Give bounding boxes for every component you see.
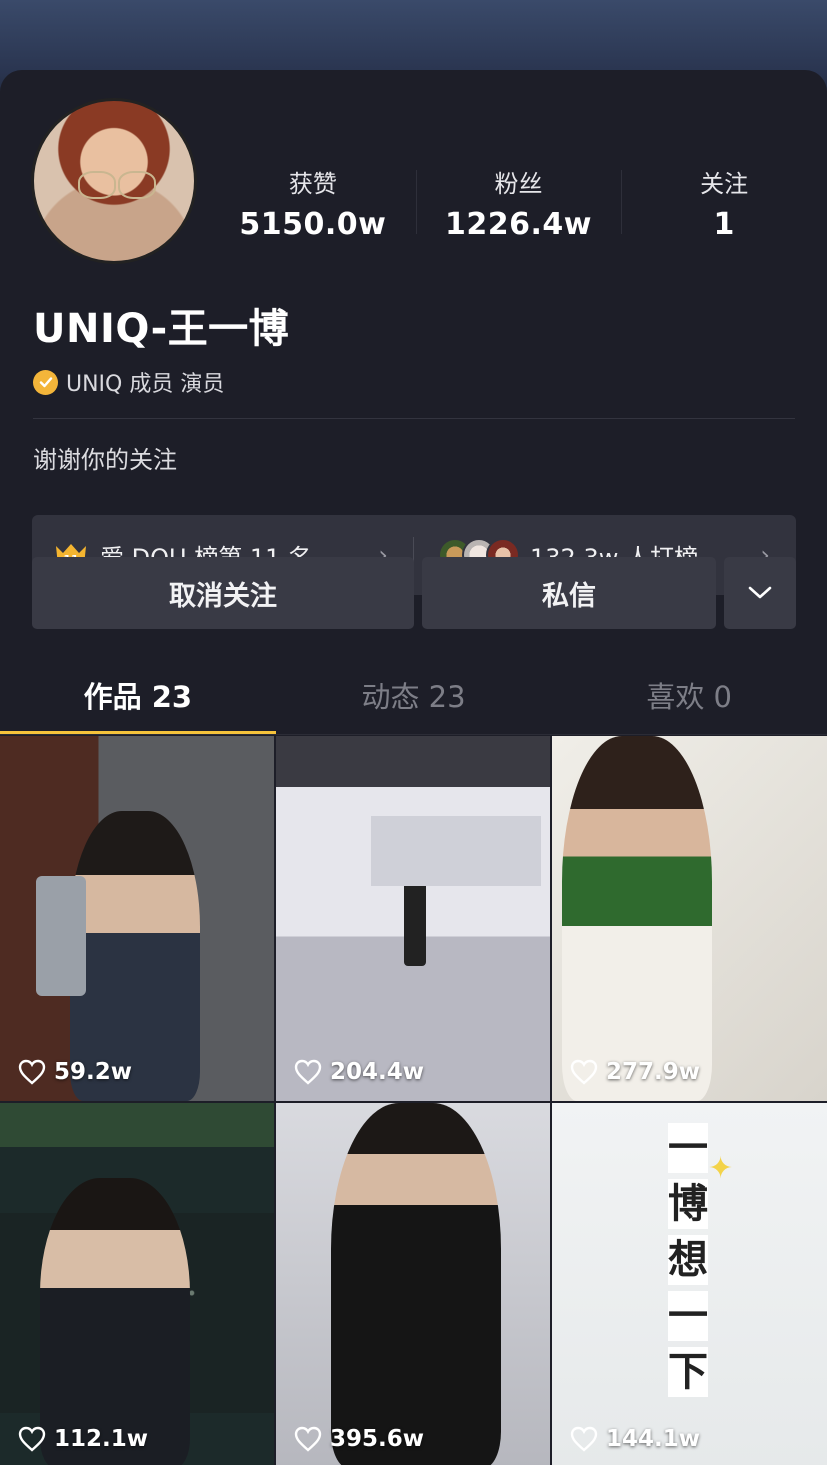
video-likes-count: 277.9w: [606, 1059, 700, 1085]
heart-icon: [294, 1059, 322, 1085]
overlay-char: 想: [668, 1235, 708, 1285]
action-buttons: 取消关注 私信: [32, 557, 796, 629]
tab-works[interactable]: 作品 23: [0, 655, 276, 735]
stat-likes: 获赞 5150.0w: [210, 160, 416, 250]
thumbnail-figure: [562, 736, 712, 1101]
heart-icon: [294, 1426, 322, 1452]
message-button[interactable]: 私信: [422, 557, 716, 629]
video-likes: 395.6w: [294, 1426, 424, 1452]
chevron-down-icon: [748, 586, 772, 599]
profile-name: UNIQ-王一博: [33, 306, 290, 352]
unfollow-button[interactable]: 取消关注: [32, 557, 414, 629]
content-tabs: 作品 23 动态 23 喜欢 0: [0, 655, 827, 735]
overlay-char: 一: [668, 1123, 708, 1173]
heart-icon: [570, 1059, 598, 1085]
video-likes-count: 112.1w: [54, 1426, 148, 1452]
video-likes: 59.2w: [18, 1059, 132, 1085]
tab-likes[interactable]: 喜欢 0: [551, 655, 827, 735]
video-likes: 112.1w: [18, 1426, 148, 1452]
video-thumbnail[interactable]: 395.6w: [276, 1103, 550, 1465]
heart-icon: [570, 1426, 598, 1452]
heart-icon: [18, 1059, 46, 1085]
verified-row: UNIQ 成员 演员: [33, 366, 224, 398]
video-thumbnail[interactable]: 277.9w: [552, 736, 827, 1101]
thumbnail-figure: [331, 1103, 501, 1465]
verified-check-icon: [33, 369, 58, 395]
stat-likes-value: 5150.0w: [239, 207, 387, 242]
thumbnail-overlay-text: 一 博 想 一 下: [664, 1123, 712, 1397]
thumbnail-figure: [70, 811, 200, 1101]
more-button[interactable]: [724, 557, 796, 629]
overlay-char: 博: [668, 1179, 708, 1229]
video-thumbnail[interactable]: 112.1w: [0, 1103, 274, 1465]
divider: [33, 418, 795, 419]
tabs-divider: [0, 734, 827, 735]
bio: 谢谢你的关注: [33, 446, 177, 474]
tab-moments[interactable]: 动态 23: [276, 655, 552, 735]
stat-followers-label: 粉丝: [494, 170, 543, 198]
avatar[interactable]: [31, 98, 197, 264]
stat-following[interactable]: 关注 1: [621, 160, 827, 250]
video-grid: 59.2w 204.4w 277.9w 112.1w 395.6w 一 博 想 …: [0, 736, 827, 1465]
video-thumbnail[interactable]: 204.4w: [276, 736, 550, 1101]
video-thumbnail[interactable]: 一 博 想 一 下 ✦ 144.1w: [552, 1103, 827, 1465]
thumbnail-phone: [36, 876, 86, 996]
video-likes-count: 144.1w: [606, 1426, 700, 1452]
stats-row: 获赞 5150.0w 粉丝 1226.4w 关注 1: [210, 160, 827, 250]
video-likes: 204.4w: [294, 1059, 424, 1085]
heart-icon: [18, 1426, 46, 1452]
video-thumbnail[interactable]: 59.2w: [0, 736, 274, 1101]
overlay-char: 下: [668, 1347, 708, 1397]
sparkle-icon: ✦: [708, 1151, 734, 1186]
overlay-char: 一: [668, 1291, 708, 1341]
stat-likes-label: 获赞: [288, 170, 337, 198]
stat-followers[interactable]: 粉丝 1226.4w: [415, 160, 622, 250]
video-likes: 144.1w: [570, 1426, 700, 1452]
stat-following-label: 关注: [700, 170, 749, 198]
stat-followers-value: 1226.4w: [445, 207, 592, 242]
verified-text: UNIQ 成员 演员: [66, 372, 225, 397]
stat-following-value: 1: [713, 207, 735, 242]
video-likes-count: 204.4w: [330, 1059, 424, 1085]
video-likes: 277.9w: [570, 1059, 700, 1085]
video-likes-count: 59.2w: [54, 1059, 132, 1085]
avatar-glasses: [78, 171, 156, 199]
video-likes-count: 395.6w: [330, 1426, 424, 1452]
thumbnail-figure: [40, 1178, 190, 1465]
thumbnail-hallway: [371, 816, 541, 886]
